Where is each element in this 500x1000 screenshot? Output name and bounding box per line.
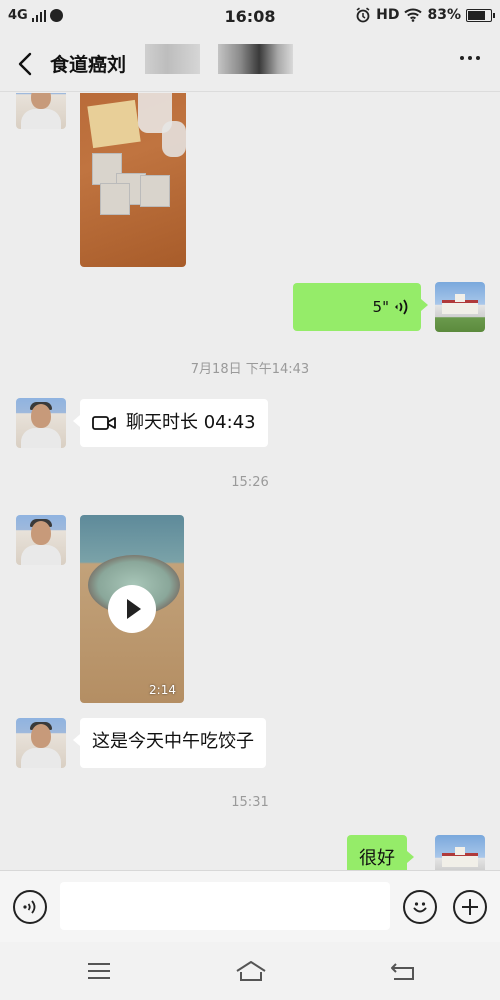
voice-wave-icon [395,299,408,315]
image-message[interactable] [80,93,186,267]
voice-duration: 5" [372,298,389,316]
chat-header: 食道癌刘 [0,36,500,92]
back-arrow-icon[interactable] [14,50,38,78]
more-functions-button[interactable] [453,890,487,924]
voice-input-button[interactable] [13,890,47,924]
video-call-icon [92,416,116,430]
contact-avatar[interactable] [16,718,66,768]
contact-avatar[interactable] [16,515,66,565]
chat-title: 食道癌刘 [50,54,127,76]
voice-icon [23,900,36,914]
home-icon[interactable] [234,958,268,984]
back-icon[interactable] [388,958,418,984]
battery-level [468,10,486,20]
status-icons: HD 83% [355,7,495,23]
more-icon[interactable] [460,56,480,60]
battery-percent: 83% [427,7,461,23]
message-input[interactable] [60,882,390,930]
timestamp: 7月18日 下午14:43 [190,362,310,377]
video-message[interactable]: 2:14 [80,515,184,703]
emoji-icon [413,902,427,913]
timestamp: 15:31 [231,795,269,810]
plus-icon [462,899,478,915]
redacted-title-block [145,44,200,74]
video-call-record[interactable]: 聊天时长 04:43 [73,399,268,447]
alarm-icon [356,7,370,23]
my-avatar[interactable] [435,835,485,870]
battery-icon [466,8,495,22]
voice-message[interactable]: 5" [293,283,428,331]
my-avatar[interactable] [435,282,485,332]
text-message[interactable]: 这是今天中午吃饺子 [73,718,266,768]
redacted-title-block [218,44,293,74]
emoji-button[interactable] [403,890,437,924]
contact-avatar[interactable] [16,398,66,448]
play-icon[interactable] [108,585,156,633]
video-duration: 2:14 [149,683,176,697]
text-message-own[interactable]: 很好 [347,835,414,870]
status-bar: 4G 16:08 HD 83% [0,0,500,36]
timestamp: 15:26 [231,475,269,490]
hd-badge: HD [376,7,400,23]
call-duration-text: 聊天时长 04:43 [126,412,256,433]
contact-avatar[interactable] [16,93,66,129]
message-list[interactable]: 5" 7月18日 下午14:43 聊天时长 04:43 15:26 2:14 这… [0,93,500,870]
menu-icon[interactable] [84,958,114,984]
wifi-icon [404,8,423,22]
system-nav-bar [0,942,500,1000]
input-bar [0,870,500,942]
